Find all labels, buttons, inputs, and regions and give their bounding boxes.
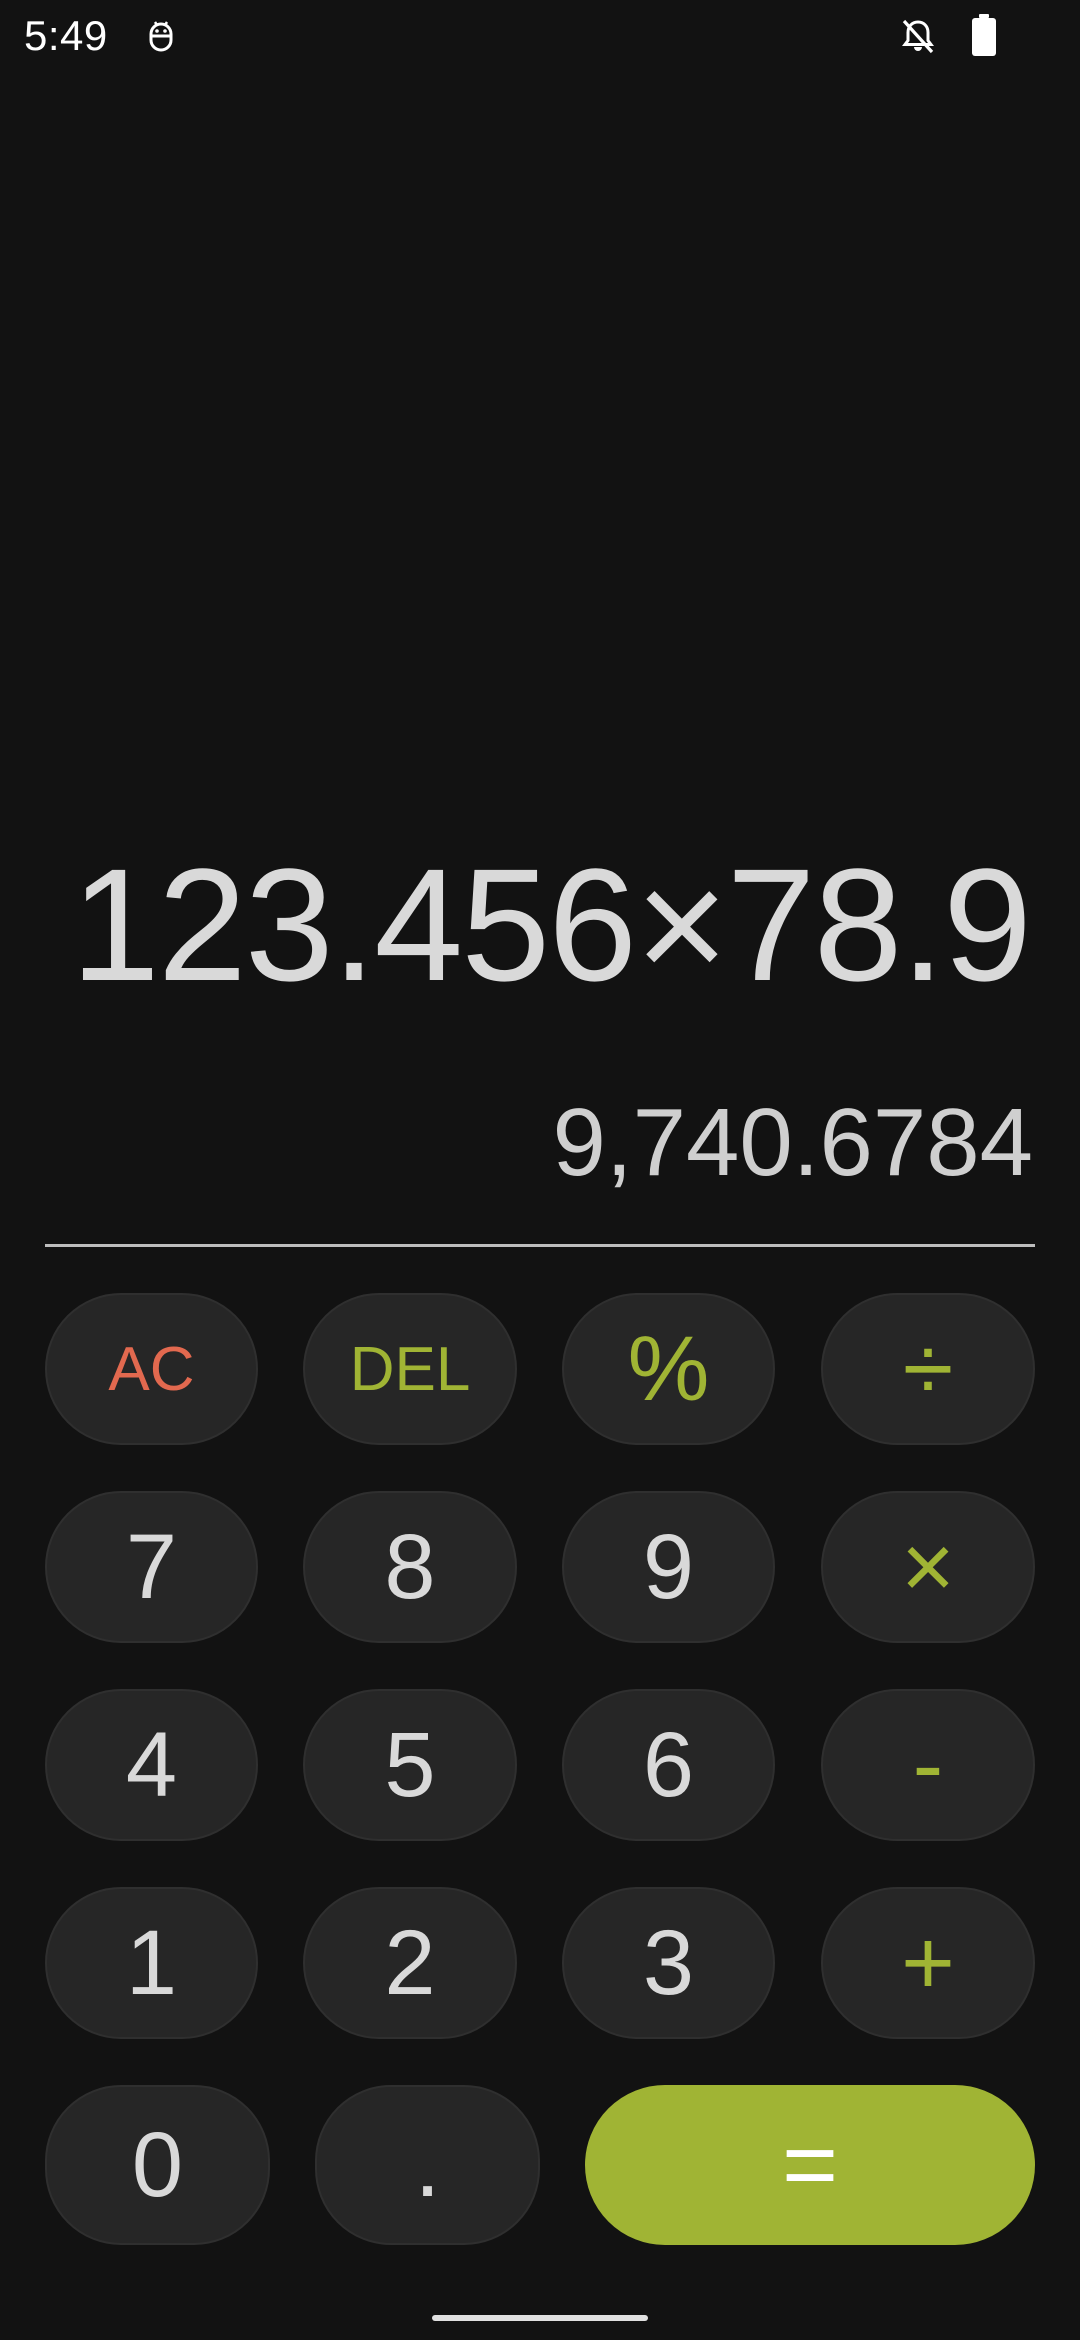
result-display: 9,740.6784 <box>552 1089 1033 1196</box>
digit-5-button[interactable]: 5 <box>303 1689 517 1841</box>
decimal-button[interactable]: . <box>315 2085 540 2245</box>
multiply-button[interactable]: × <box>821 1491 1035 1643</box>
digit-2-button[interactable]: 2 <box>303 1887 517 2039</box>
digit-1-button[interactable]: 1 <box>45 1887 258 2039</box>
ac-button[interactable]: AC <box>45 1293 258 1445</box>
gesture-nav-handle[interactable] <box>432 2315 648 2321</box>
digit-3-button[interactable]: 3 <box>562 1887 775 2039</box>
divide-button[interactable]: ÷ <box>821 1293 1035 1445</box>
digit-4-button[interactable]: 4 <box>45 1689 258 1841</box>
digit-6-button[interactable]: 6 <box>562 1689 775 1841</box>
digit-9-button[interactable]: 9 <box>562 1491 775 1643</box>
status-time: 5:49 <box>24 12 108 59</box>
equals-button[interactable]: = <box>585 2085 1035 2245</box>
display-divider <box>45 1244 1035 1247</box>
status-bar: 5:49 <box>0 0 1080 72</box>
digit-7-button[interactable]: 7 <box>45 1491 258 1643</box>
expression-display[interactable]: 123.456×78.9 <box>71 845 1032 1005</box>
bell-off-icon <box>902 19 934 54</box>
android-icon <box>149 21 173 52</box>
battery-full-icon <box>972 14 996 56</box>
digit-0-button[interactable]: 0 <box>45 2085 270 2245</box>
delete-button[interactable]: DEL <box>303 1293 517 1445</box>
plus-button[interactable]: + <box>821 1887 1035 2039</box>
digit-8-button[interactable]: 8 <box>303 1491 517 1643</box>
percent-button[interactable]: % <box>562 1293 775 1445</box>
minus-button[interactable]: - <box>821 1689 1035 1841</box>
